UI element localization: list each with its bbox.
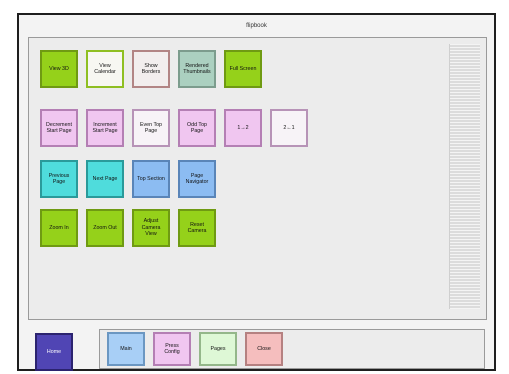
show-borders-button[interactable]: Show Borders xyxy=(132,50,170,88)
top-section-button[interactable]: Top Section xyxy=(132,160,170,198)
bottom-navigation: Home Main Press Config Pages Close xyxy=(28,321,487,371)
next-page-button[interactable]: Next Page xyxy=(86,160,124,198)
zoom-in-button[interactable]: Zoom In xyxy=(40,209,78,247)
adjust-camera-view-button[interactable]: Adjust Camera View xyxy=(132,209,170,247)
tab-pages[interactable]: Pages xyxy=(199,332,237,366)
close-button[interactable]: Close xyxy=(245,332,283,366)
reset-camera-button[interactable]: Reset Camera xyxy=(178,209,216,247)
odd-top-page-button[interactable]: Odd Top Page xyxy=(178,109,216,147)
previous-page-button[interactable]: Previous Page xyxy=(40,160,78,198)
vertical-scrollbar[interactable] xyxy=(449,44,480,309)
tab-main[interactable]: Main xyxy=(107,332,145,366)
bottom-tab-panel: Main Press Config Pages Close xyxy=(99,329,485,369)
increment-start-page-button[interactable]: Increment Start Page xyxy=(86,109,124,147)
one-to-two-button[interactable]: 1→2 xyxy=(224,109,262,147)
home-button[interactable]: Home xyxy=(35,333,73,371)
page-navigator-button[interactable]: Page Navigator xyxy=(178,160,216,198)
rendered-thumbnails-button[interactable]: Rendered Thumbnails xyxy=(178,50,216,88)
two-to-one-button[interactable]: 2←1 xyxy=(270,109,308,147)
tab-press-config[interactable]: Press Config xyxy=(153,332,191,366)
view-3d-button[interactable]: View 3D xyxy=(40,50,78,88)
main-button-panel: View 3D View Calendar Show Borders Rende… xyxy=(28,37,487,320)
even-top-page-button[interactable]: Even Top Page xyxy=(132,109,170,147)
view-calendar-button[interactable]: View Calendar xyxy=(86,50,124,88)
flipbook-window: flipbook View 3D View Calendar Show Bord… xyxy=(17,13,496,371)
full-screen-button[interactable]: Full Screen xyxy=(224,50,262,88)
zoom-out-button[interactable]: Zoom Out xyxy=(86,209,124,247)
decrement-start-page-button[interactable]: Decrement Start Page xyxy=(40,109,78,147)
window-title: flipbook xyxy=(246,23,267,29)
